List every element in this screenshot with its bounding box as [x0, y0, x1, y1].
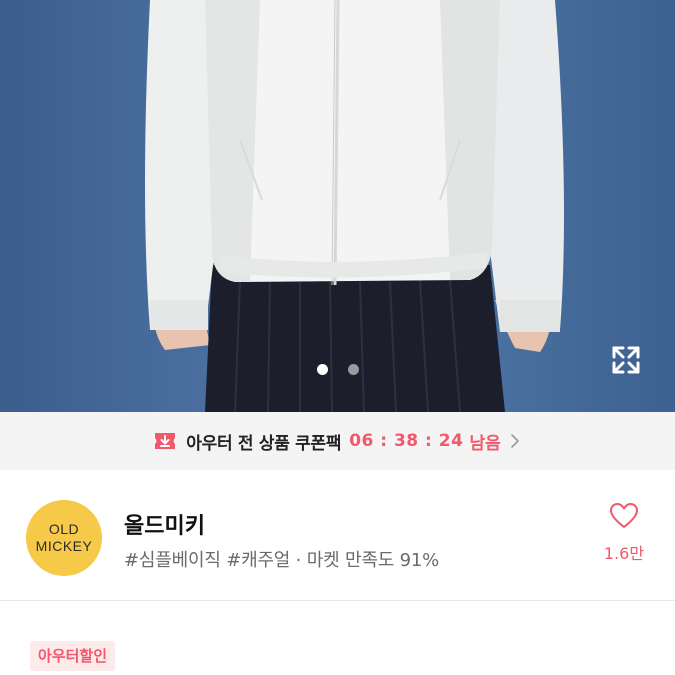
- expand-icon[interactable]: [606, 340, 646, 380]
- shop-logo-line2: MICKEY: [35, 538, 93, 554]
- product-image[interactable]: [0, 0, 675, 412]
- shop-logo[interactable]: OLD MICKEY: [26, 500, 102, 576]
- shop-tags: #심플베이직 #캐주얼 · 마켓 만족도 91%: [124, 550, 439, 571]
- carousel-dot-2[interactable]: [347, 364, 359, 375]
- carousel-indicator: [0, 364, 675, 376]
- coupon-download-icon: [154, 431, 176, 451]
- shop-info-row: OLD MICKEY 올드미키 #심플베이직 #캐주얼 · 마켓 만족도 91%…: [0, 470, 675, 600]
- coupon-label: 아우터 전 상품 쿠폰팩: [186, 433, 342, 454]
- coupon-timer: 06 : 38 : 24: [349, 431, 464, 451]
- shop-logo-line1: OLD: [48, 521, 80, 537]
- shop-name[interactable]: 올드미키: [124, 508, 205, 540]
- sale-badge: 아우터할인: [30, 641, 116, 671]
- like-button[interactable]: 1.6만: [594, 502, 654, 572]
- product-photo-illustration: [145, 0, 564, 412]
- product-page: 아우터 전 상품 쿠폰팩 06 : 38 : 24 남음 OLD MICKEY …: [0, 0, 675, 675]
- chevron-right-icon: [509, 433, 521, 449]
- heart-icon: [609, 502, 639, 534]
- section-divider: [0, 600, 675, 601]
- coupon-remaining-label: 남음: [469, 433, 501, 454]
- carousel-dot-1[interactable]: [316, 364, 328, 375]
- coupon-banner[interactable]: 아우터 전 상품 쿠폰팩 06 : 38 : 24 남음: [0, 412, 675, 470]
- like-count: 1.6만: [603, 544, 645, 563]
